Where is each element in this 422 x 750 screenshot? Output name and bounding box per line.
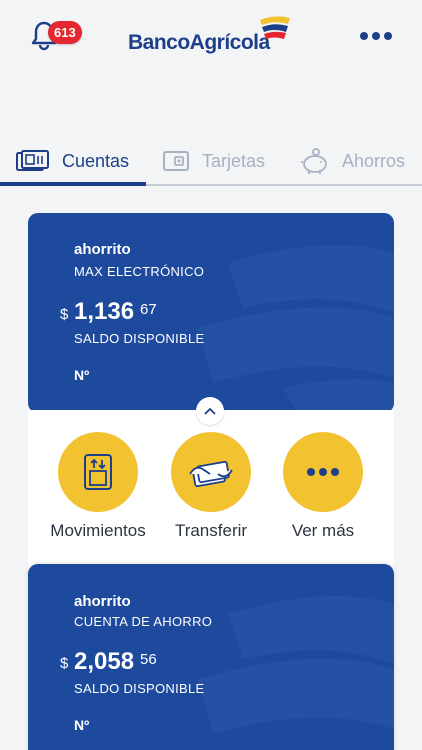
notification-badge[interactable]: 613 bbox=[48, 21, 82, 44]
accounts-icon bbox=[16, 150, 49, 171]
balance-amount: 1,136 bbox=[74, 298, 135, 325]
tab-cuentas[interactable]: Cuentas bbox=[16, 138, 129, 184]
active-tab-indicator bbox=[0, 182, 146, 186]
balance-cents: 56 bbox=[140, 651, 157, 668]
tab-label: Cuentas bbox=[62, 150, 130, 171]
action-label: Ver más bbox=[291, 521, 355, 540]
top-bar: 613 BancoAgrícola bbox=[0, 0, 422, 70]
card-icon bbox=[163, 151, 189, 171]
account-product: MAX ELECTRÓNICO bbox=[74, 264, 205, 279]
balance-cents: 67 bbox=[140, 301, 157, 318]
brand-name: BancoAgrícola bbox=[128, 31, 270, 54]
collapse-toggle[interactable] bbox=[196, 397, 224, 425]
balance-label: SALDO DISPONIBLE bbox=[74, 331, 205, 346]
tab-label: Ahorros bbox=[342, 150, 406, 171]
transfer-button[interactable]: Transferir bbox=[156, 432, 266, 541]
balance-amount: 2,058 bbox=[74, 648, 135, 675]
see-more-button[interactable]: Ver más bbox=[268, 432, 378, 541]
balance-label: SALDO DISPONIBLE bbox=[74, 681, 205, 696]
account-card[interactable]: ahorrito MAX ELECTRÓNICO $ 1,136 67 SALD… bbox=[28, 213, 394, 413]
action-label: Movimientos bbox=[50, 521, 146, 540]
movements-icon bbox=[84, 454, 112, 490]
tab-label: Tarjetas bbox=[202, 150, 266, 171]
account-alias: ahorrito bbox=[74, 241, 131, 258]
currency-symbol: $ bbox=[60, 306, 69, 323]
currency-symbol: $ bbox=[60, 655, 69, 672]
piggy-bank-icon bbox=[301, 148, 327, 174]
bank-logo: BancoAgrícola bbox=[128, 14, 298, 58]
more-options-icon[interactable] bbox=[360, 28, 396, 44]
account-number-label: Nº bbox=[74, 367, 90, 383]
transfer-icon bbox=[189, 460, 233, 488]
action-label: Transferir bbox=[174, 521, 248, 540]
logo-mark-icon bbox=[260, 16, 290, 39]
more-icon bbox=[307, 468, 339, 476]
account-card[interactable]: ahorrito CUENTA DE AHORRO $ 2,058 56 SAL… bbox=[28, 564, 394, 750]
tab-ahorros[interactable]: Ahorros bbox=[300, 138, 405, 184]
tab-bar: Cuentas Tarjetas Ahorros bbox=[0, 138, 422, 186]
chevron-up-icon bbox=[204, 407, 216, 415]
account-alias: ahorrito bbox=[74, 593, 131, 610]
account-number-label: Nº bbox=[74, 717, 90, 733]
movements-button[interactable]: Movimientos bbox=[43, 432, 153, 541]
account-product: CUENTA DE AHORRO bbox=[74, 614, 213, 629]
tab-tarjetas[interactable]: Tarjetas bbox=[162, 138, 265, 184]
